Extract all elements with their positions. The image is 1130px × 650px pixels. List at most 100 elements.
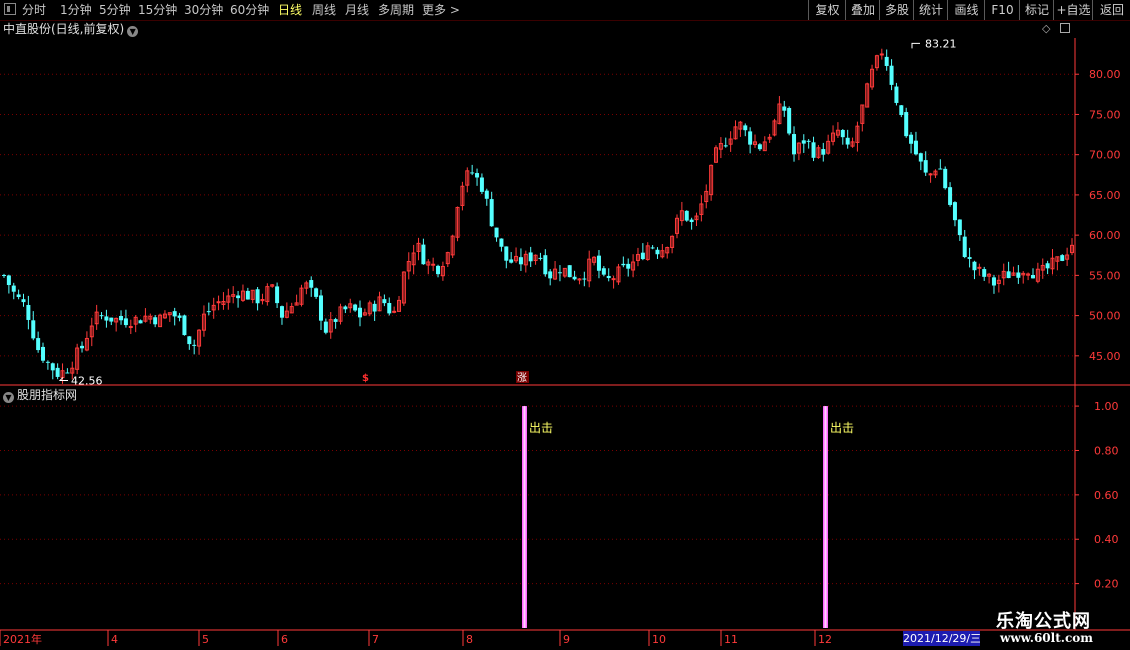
candle-body [889,65,894,85]
candle-body [470,172,475,174]
month-label: 8 [466,633,473,646]
candle-body [611,278,616,281]
candle-body [650,247,655,249]
candle-body [626,263,631,269]
month-label: 5 [202,633,209,646]
price-tick-label: 45.00 [1089,350,1121,363]
candle-body [972,261,977,271]
candle-body [845,137,850,145]
candle-body [45,361,50,363]
indicator-tick-label: 0.40 [1094,533,1119,546]
candle-body [548,271,553,279]
candle-body [689,219,694,223]
month-label: 4 [111,633,118,646]
candle-body [952,202,957,221]
candle-body [909,134,914,144]
candle-body [2,274,6,276]
candle-body [982,269,987,277]
month-label: 9 [563,633,570,646]
candle-body [787,108,792,134]
chart-canvas[interactable]: 45.00 50.00 55.00 60.00 65.00 70.00 75.00 80.00… [0,0,1130,650]
candle-body [1016,272,1021,278]
candle-body [236,295,241,299]
indicator-tick-label: 0.60 [1094,489,1119,502]
price-tick-label: 50.00 [1089,310,1121,323]
candle-body [387,302,392,314]
candle-body [123,318,128,326]
candle-body [504,246,509,261]
candle-body [723,145,728,147]
candle-body [309,280,314,288]
candle-body [36,338,41,351]
candle-body [509,259,514,263]
month-label: 11 [724,633,738,646]
candle-body [596,255,601,271]
candle-body [55,367,60,377]
candle-body [904,112,909,137]
candle-body [172,311,177,317]
signal-label: 出击 [830,421,854,435]
candle-body [104,316,109,321]
candle-body [358,307,362,318]
candle-body [353,304,358,311]
candle-body [572,276,577,280]
candle-body [16,294,21,298]
candle-body [479,177,484,192]
candle-body [748,131,753,145]
candle-body [187,336,192,345]
candle-body [279,306,284,318]
dollar-marker: $ [362,373,369,384]
candle-body [538,257,543,259]
candle-body [153,317,158,325]
candle-body [840,130,845,138]
candle-body [138,320,143,324]
candle-body [923,160,928,173]
candle-body [899,105,904,116]
candle-body [494,227,499,238]
candle-body [382,299,387,304]
candle-body [977,266,982,269]
candle-body [206,311,211,313]
candle-body [655,249,660,255]
indicator-tick-label: 0.80 [1094,444,1119,457]
candle-body [50,363,55,371]
candle-body [577,278,582,281]
candle-body [177,315,182,318]
candle-body [913,140,918,155]
candle-body [65,372,70,374]
candle-body [606,275,611,279]
candle-body [811,142,816,158]
signal-bar-highlight [523,406,526,628]
candle-body [557,272,562,274]
month-label: 12 [818,633,832,646]
candle-body [948,187,953,205]
candle-body [26,304,31,320]
price-tick-label: 70.00 [1089,149,1121,162]
month-label: 2021年 [3,632,42,646]
price-tick-label: 65.00 [1089,189,1121,202]
candle-body [757,144,762,150]
candle-body [99,315,104,317]
candle-body [543,255,548,275]
candle-body [31,320,36,339]
candle-body [1006,271,1011,279]
signal-bar-highlight [824,406,827,628]
candle-body [192,344,197,346]
candle-body [782,106,787,111]
month-label: 7 [372,633,379,646]
candle-body [894,86,899,103]
candle-body [743,125,748,131]
candle-body [879,53,884,56]
indicator-tick-label: 1.00 [1094,400,1119,413]
current-date-label: 2021/12/29/三 [903,631,980,646]
candle-body [792,134,797,155]
candle-body [372,303,377,312]
candle-body [621,263,626,266]
candle-body [343,306,348,310]
candle-body [41,346,46,361]
candle-body [80,345,85,349]
candle-body [918,153,923,162]
candle-body [518,257,523,265]
month-label: 6 [281,633,288,646]
signal-label: 出击 [529,421,553,435]
